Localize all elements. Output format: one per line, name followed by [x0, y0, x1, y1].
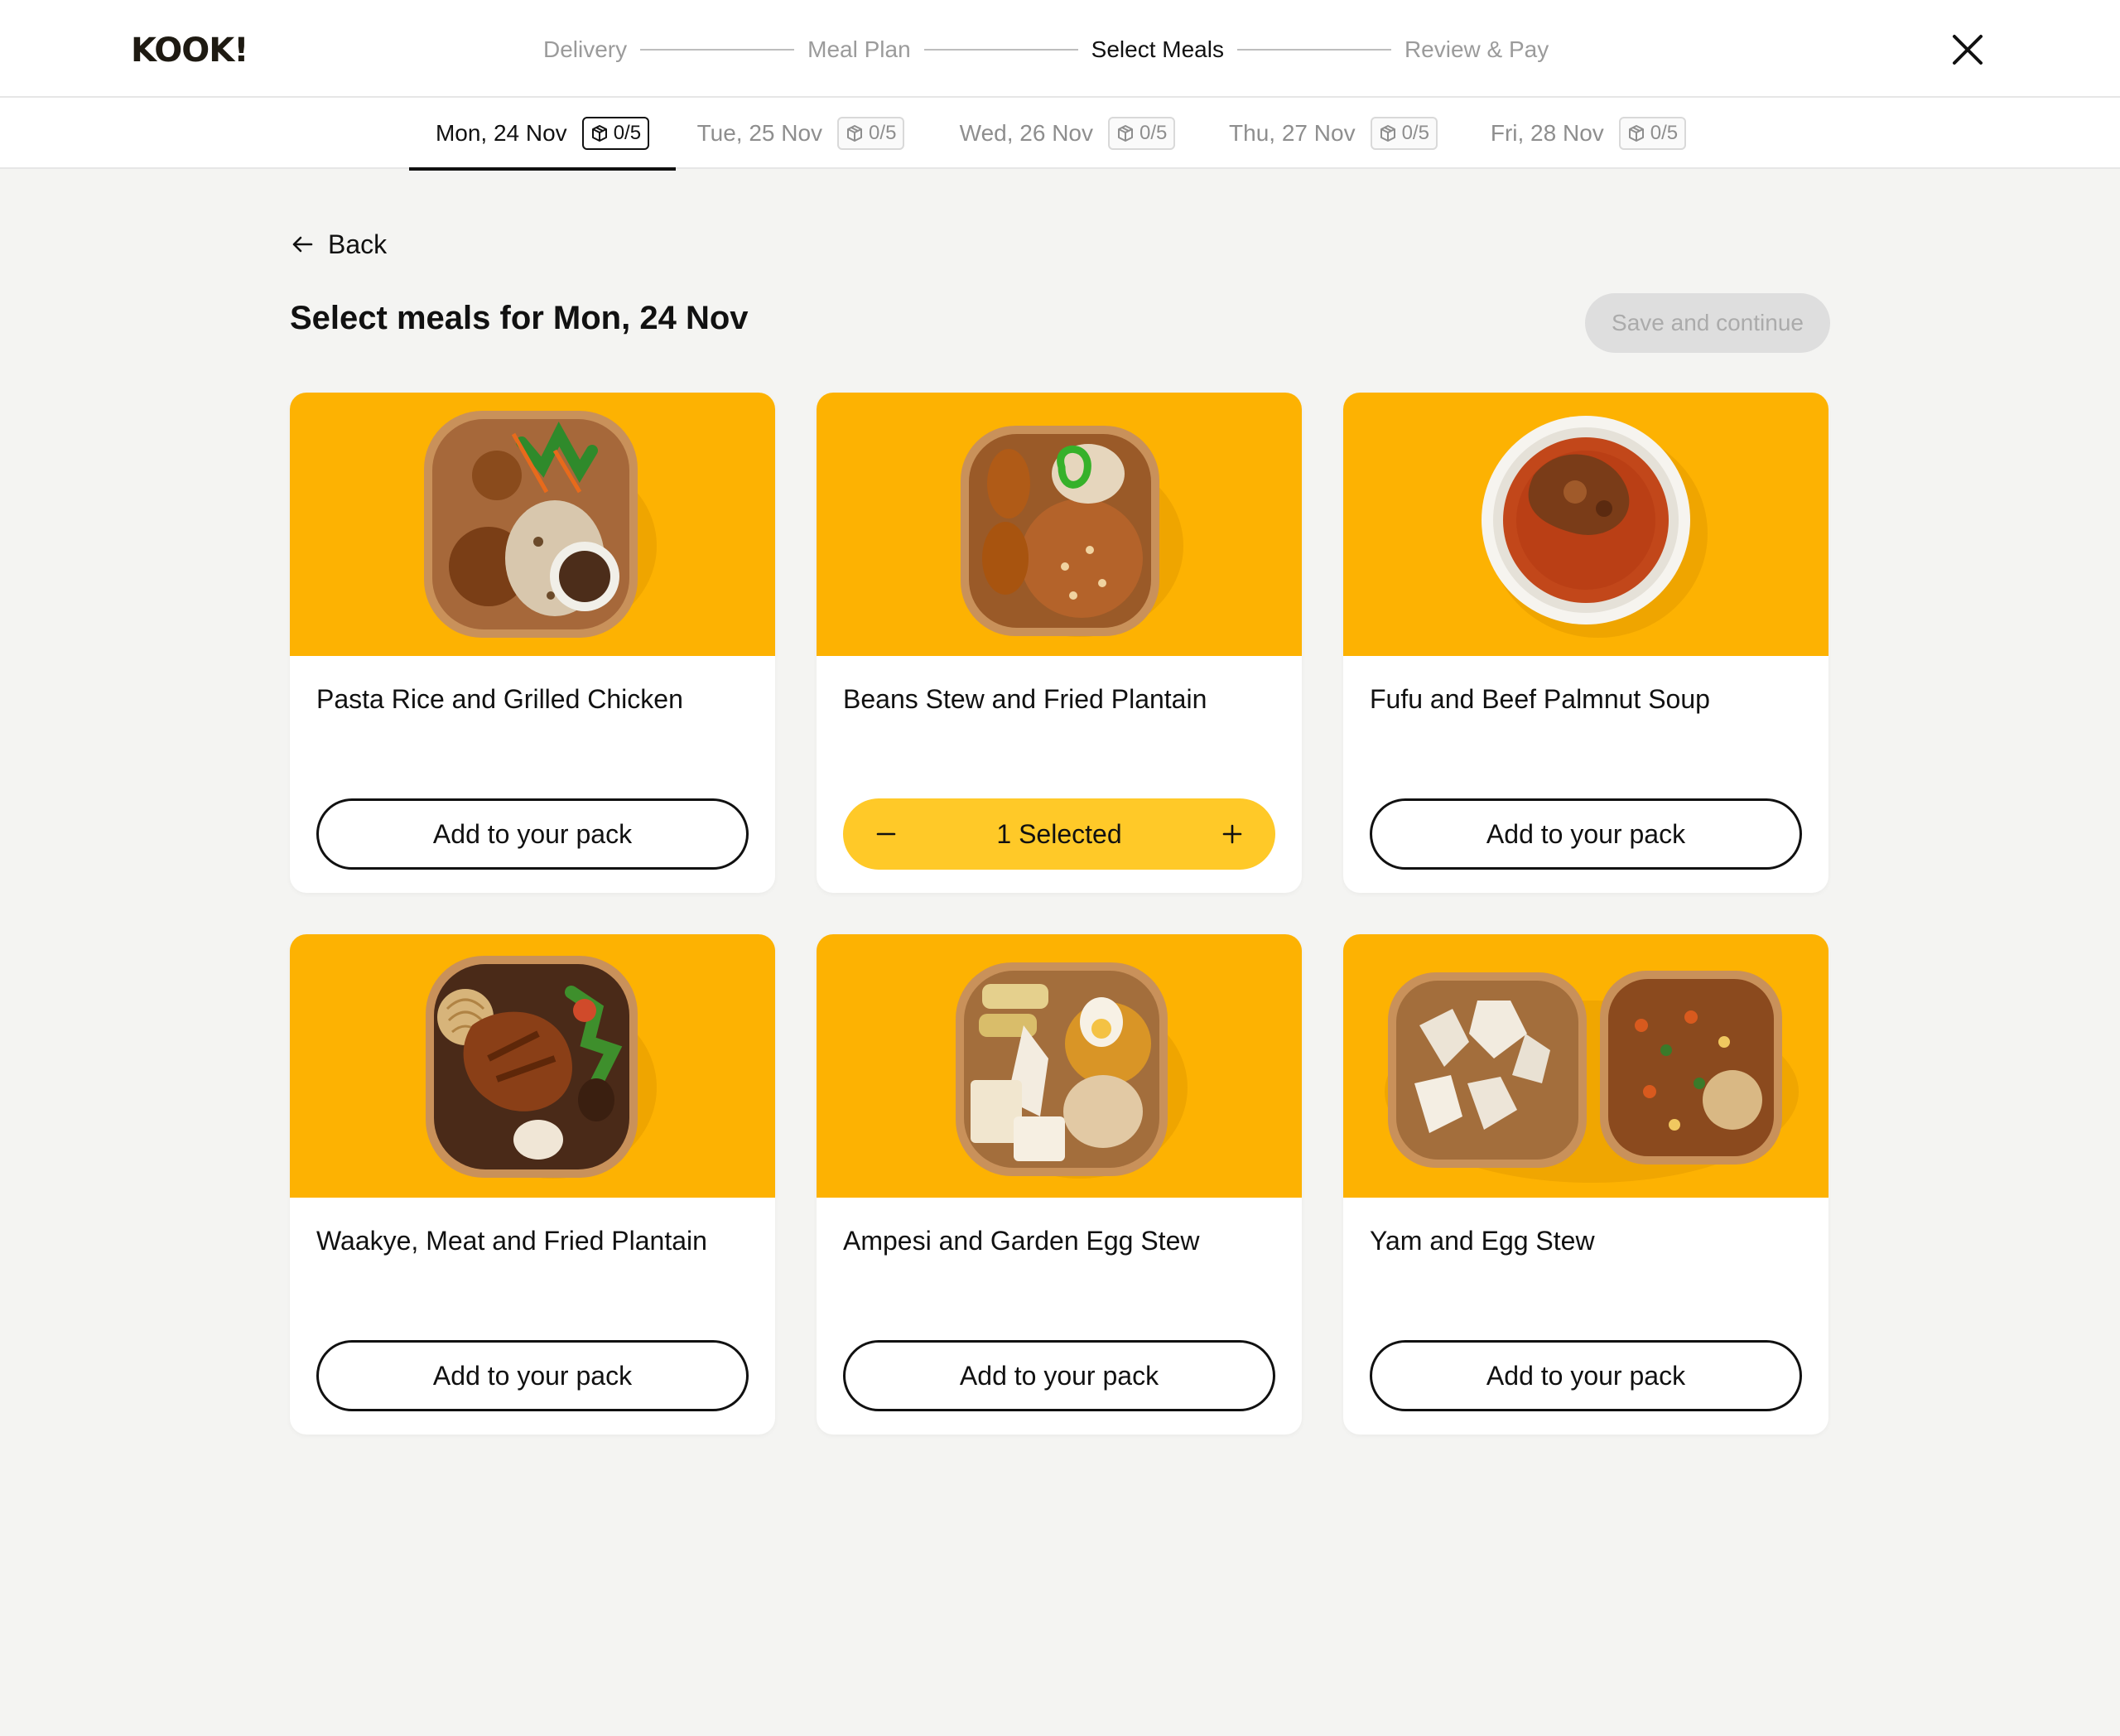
meal-name: Pasta Rice and Grilled Chicken [316, 684, 683, 714]
quantity-stepper: 1 Selected [843, 798, 1275, 870]
step-review-pay[interactable]: Review & Pay [1404, 36, 1549, 63]
meal-card: Fufu and Beef Palmnut Soup Add to your p… [1343, 393, 1828, 893]
meal-count-badge: 0/5 [1370, 117, 1438, 150]
badge-count: 0/5 [1401, 122, 1429, 144]
tab-wed-26-nov[interactable]: Wed, 26 Nov 0/5 [944, 98, 1191, 169]
tab-label: Fri, 28 Nov [1490, 120, 1604, 146]
box-icon [847, 125, 863, 142]
arrow-left-icon [292, 236, 313, 253]
badge-count: 0/5 [1139, 122, 1168, 144]
step-connector [1236, 49, 1391, 51]
tab-mon-24-nov[interactable]: Mon, 24 Nov 0/5 [409, 98, 676, 171]
badge-count: 0/5 [613, 122, 642, 144]
selected-count: 1 Selected [996, 818, 1122, 849]
box-icon [591, 125, 607, 142]
meal-image [1343, 393, 1828, 656]
add-to-pack-button[interactable]: Add to your pack [316, 798, 749, 870]
meal-name: Waakye, Meat and Fried Plantain [316, 1226, 707, 1256]
box-icon [1117, 125, 1133, 142]
day-tabs: Mon, 24 Nov 0/5 Tue, 25 Nov 0/5 Wed, 26 … [0, 98, 2120, 171]
badge-count: 0/5 [1650, 122, 1679, 144]
meal-card: Beans Stew and Fried Plantain 1 Selected [817, 393, 1302, 893]
meal-image [1343, 934, 1828, 1198]
box-icon [1628, 125, 1644, 142]
add-to-pack-button[interactable]: Add to your pack [316, 1340, 749, 1411]
page-title: Select meals for Mon, 24 Nov [290, 300, 749, 336]
meal-count-badge: 0/5 [581, 117, 650, 150]
save-and-continue-button[interactable]: Save and continue [1585, 293, 1830, 353]
step-connector [640, 49, 795, 51]
step-delivery[interactable]: Delivery [543, 36, 627, 63]
minus-icon[interactable] [871, 819, 901, 849]
add-to-pack-button[interactable]: Add to your pack [1370, 1340, 1802, 1411]
tab-thu-27-nov[interactable]: Thu, 27 Nov 0/5 [1214, 98, 1453, 169]
step-connector [923, 49, 1078, 51]
checkout-stepper: Delivery Meal Plan Select Meals Review &… [543, 31, 1549, 68]
meal-name: Fufu and Beef Palmnut Soup [1370, 684, 1710, 714]
meal-count-badge: 0/5 [1107, 117, 1176, 150]
tab-label: Tue, 25 Nov [696, 120, 823, 146]
meal-image [290, 393, 775, 656]
close-icon[interactable] [1946, 28, 1989, 71]
meal-name: Yam and Egg Stew [1370, 1226, 1595, 1256]
meal-count-badge: 0/5 [837, 117, 905, 150]
box-icon [1380, 125, 1395, 142]
tab-label: Mon, 24 Nov [435, 120, 567, 146]
meal-card: Pasta Rice and Grilled Chicken Add to yo… [290, 393, 775, 893]
meal-image [817, 393, 1302, 656]
back-link[interactable]: Back [290, 225, 387, 263]
tab-label: Wed, 26 Nov [959, 120, 1093, 146]
plus-icon[interactable] [1217, 819, 1247, 849]
meal-card: Ampesi and Garden Egg Stew Add to your p… [817, 934, 1302, 1435]
add-to-pack-button[interactable]: Add to your pack [1370, 798, 1802, 870]
tab-tue-25-nov[interactable]: Tue, 25 Nov 0/5 [684, 98, 918, 169]
step-select-meals[interactable]: Select Meals [1091, 36, 1224, 63]
meal-image [817, 934, 1302, 1198]
meal-count-badge: 0/5 [1618, 117, 1687, 150]
step-meal-plan[interactable]: Meal Plan [807, 36, 911, 63]
badge-count: 0/5 [869, 122, 897, 144]
meal-image [290, 934, 775, 1198]
meal-name: Ampesi and Garden Egg Stew [843, 1226, 1200, 1256]
kook-logo[interactable]: KOOK! [131, 31, 248, 70]
back-label: Back [328, 229, 388, 259]
meal-name: Beans Stew and Fried Plantain [843, 684, 1207, 714]
add-to-pack-button[interactable]: Add to your pack [843, 1340, 1275, 1411]
meal-card: Yam and Egg Stew Add to your pack [1343, 934, 1828, 1435]
top-header: KOOK! Delivery Meal Plan Select Meals Re… [0, 0, 2120, 98]
meal-card: Waakye, Meat and Fried Plantain Add to y… [290, 934, 775, 1435]
tab-fri-28-nov[interactable]: Fri, 28 Nov 0/5 [1476, 98, 1701, 169]
tab-label: Thu, 27 Nov [1229, 120, 1356, 146]
